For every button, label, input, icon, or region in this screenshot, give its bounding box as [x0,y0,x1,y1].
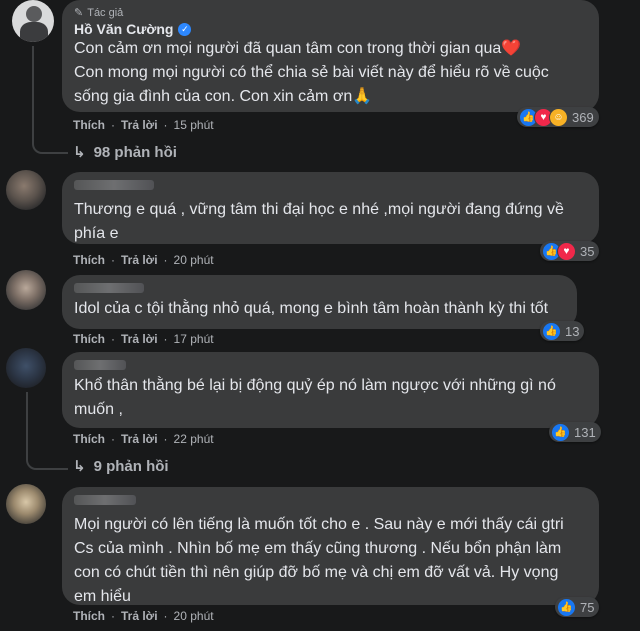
like-reaction-icon: 👍 [542,321,561,341]
comment-actions: Thích · Trả lời · 17 phút [73,332,214,346]
comment-bubble: Idol của c tội thằng nhỏ quá, mong e bìn… [62,275,577,329]
commenter-avatar[interactable] [6,484,46,524]
verified-badge-icon: ✓ [178,22,192,36]
timestamp[interactable]: 22 phút [174,432,214,446]
reaction-summary[interactable]: 👍 131 [549,422,601,442]
reply-arrow-icon: ↳ [73,458,86,475]
pencil-icon: ✎ [74,7,84,19]
comment-author[interactable]: Hồ Văn Cường ✓ [74,21,587,37]
replies-count[interactable]: 9 phản hồi [94,458,169,475]
reply-button[interactable]: Trả lời [121,332,158,346]
reaction-count: 131 [574,424,596,440]
commenter-avatar[interactable] [6,170,46,210]
reaction-count: 75 [580,599,595,615]
replies-count[interactable]: 98 phản hồi [94,144,177,161]
timestamp[interactable]: 17 phút [174,332,214,346]
comment-bubble: Mọi người có lên tiếng là muốn tốt cho e… [62,487,599,605]
comment-actions: Thích · Trả lời · 20 phút [73,253,214,267]
comment-actions: Thích · Trả lời · 20 phút [73,609,214,623]
commenter-name-blurred[interactable] [74,495,136,505]
comment-bubble: Khổ thân thằng bé lại bị động quỷ ép nó … [62,352,599,428]
like-reaction-icon: 👍 [557,597,576,617]
love-reaction-icon: ♥ [557,241,576,261]
reaction-count: 369 [572,109,594,125]
reaction-summary[interactable]: 👍 75 [555,597,600,617]
like-button[interactable]: Thích [73,332,105,346]
reply-arrow-icon: ↳ [73,144,86,161]
like-button[interactable]: Thích [73,118,105,132]
reaction-count: 13 [565,323,580,339]
comment-bubble: ✎ Tác giả Hồ Văn Cường ✓ Con cảm ơn mọi … [62,0,599,112]
commenter-avatar[interactable] [6,348,46,388]
timestamp[interactable]: 20 phút [174,253,214,267]
commenter-avatar[interactable] [6,270,46,310]
view-replies-button[interactable]: ↳ 9 phản hồi [73,457,169,476]
commenter-name-blurred[interactable] [74,180,154,190]
reaction-summary[interactable]: 👍 ♥ ☺ 369 [517,107,599,127]
commenter-name-blurred[interactable] [74,283,144,293]
reaction-count: 35 [580,243,595,259]
timestamp[interactable]: 20 phút [174,609,214,623]
reply-button[interactable]: Trả lời [121,432,158,446]
author-avatar[interactable] [12,0,54,42]
author-tag-label: Tác giả [87,6,124,19]
comment-text: Thương e quá , vững tâm thi đại học e nh… [74,201,564,242]
comment-actions: Thích · Trả lời · 15 phút [73,118,214,132]
view-replies-button[interactable]: ↳ 98 phản hồi [73,143,177,162]
comment-actions: Thích · Trả lời · 22 phút [73,432,214,446]
author-badge: ✎ Tác giả [74,6,587,20]
reaction-summary[interactable]: 👍 13 [540,321,585,341]
comment-text: Con cảm ơn mọi người đã quan tâm con tro… [74,40,549,105]
like-button[interactable]: Thích [73,253,105,267]
like-button[interactable]: Thích [73,432,105,446]
care-reaction-icon: ☺ [549,107,568,127]
comment-text: Idol của c tội thằng nhỏ quá, mong e bìn… [74,300,549,317]
reply-button[interactable]: Trả lời [121,609,158,623]
comment-bubble: Thương e quá , vững tâm thi đại học e nh… [62,172,599,244]
reaction-summary[interactable]: 👍 ♥ 35 [540,241,600,261]
author-name[interactable]: Hồ Văn Cường [74,21,173,37]
like-reaction-icon: 👍 [551,422,570,442]
comment-text: Khổ thân thằng bé lại bị động quỷ ép nó … [74,377,556,418]
comment-text: Mọi người có lên tiếng là muốn tốt cho e… [74,516,564,605]
commenter-name-blurred[interactable] [74,360,126,370]
like-button[interactable]: Thích [73,609,105,623]
reply-button[interactable]: Trả lời [121,118,158,132]
timestamp[interactable]: 15 phút [174,118,214,132]
reply-button[interactable]: Trả lời [121,253,158,267]
